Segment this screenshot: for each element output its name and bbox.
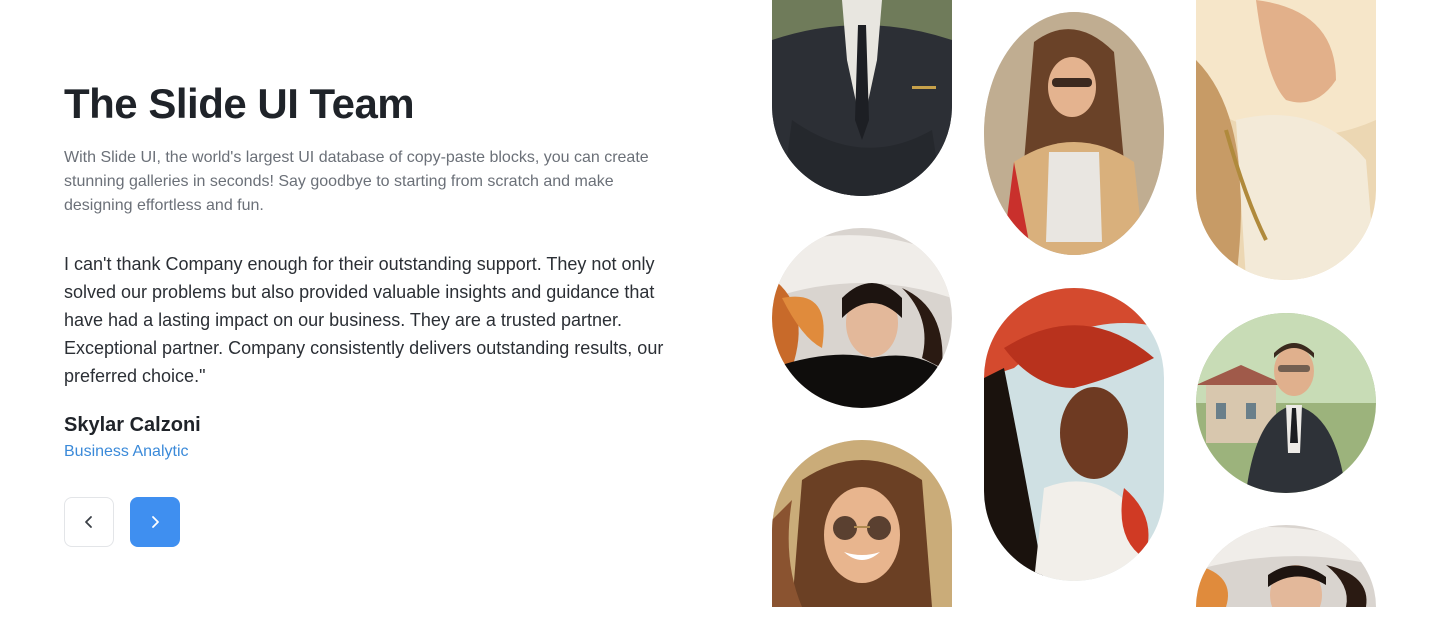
team-photo-woman-veil bbox=[1196, 0, 1376, 280]
team-photo-woman-red-hair bbox=[772, 228, 952, 408]
testimonial-quote: I can't thank Company enough for their o… bbox=[64, 254, 664, 386]
team-photo-woman-sunglasses bbox=[984, 12, 1164, 255]
team-photo-woman-red-hair-2 bbox=[1196, 525, 1376, 607]
team-photo-suit-man-cropped bbox=[772, 0, 952, 196]
chevron-left-icon bbox=[82, 515, 96, 529]
section-title: The Slide UI Team bbox=[64, 80, 415, 127]
author-role: Business Analytic bbox=[64, 443, 189, 460]
next-button[interactable] bbox=[130, 497, 180, 547]
previous-button[interactable] bbox=[64, 497, 114, 547]
author-name: Skylar Calzoni bbox=[64, 414, 201, 436]
section-description: With Slide UI, the world's largest UI da… bbox=[64, 149, 649, 214]
team-photo-woman-sunglasses-2 bbox=[772, 440, 952, 607]
team-photo-gallery bbox=[772, 0, 1376, 607]
chevron-right-icon bbox=[148, 515, 162, 529]
team-photo-man-glasses bbox=[1196, 313, 1376, 493]
team-photo-woman-red-scarf bbox=[984, 288, 1164, 581]
team-testimonial-section: The Slide UI Team With Slide UI, the wor… bbox=[0, 0, 1440, 627]
